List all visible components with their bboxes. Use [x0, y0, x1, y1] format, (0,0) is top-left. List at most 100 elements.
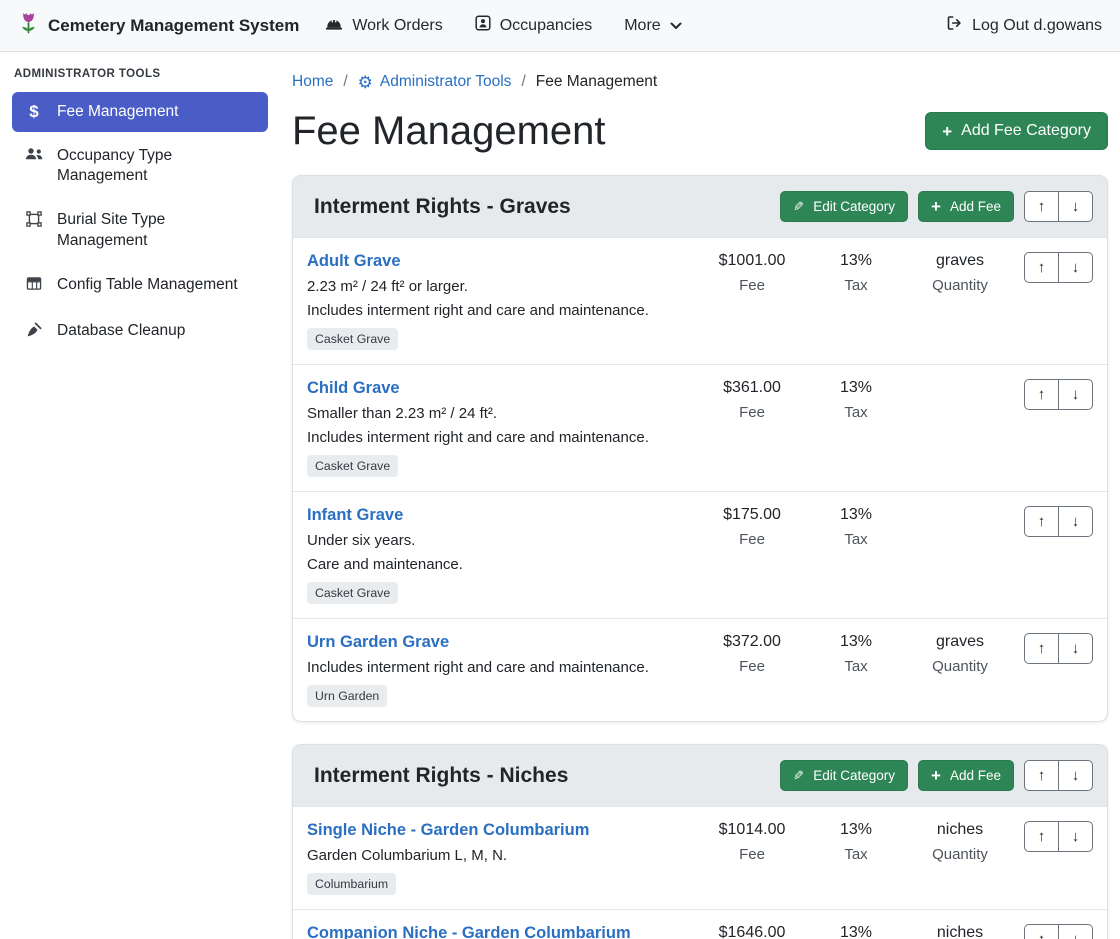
- fee-tax-label: Tax: [804, 531, 908, 548]
- fee-name-link[interactable]: Urn Garden Grave: [307, 633, 449, 652]
- fee-name-link[interactable]: Infant Grave: [307, 506, 403, 525]
- sidebar-item-label: Database Cleanup: [57, 321, 185, 341]
- category-card-graves: Interment Rights - Graves ✎ Edit Categor…: [292, 175, 1108, 722]
- sidebar-item-config-table[interactable]: Config Table Management: [12, 265, 268, 307]
- move-down-button[interactable]: ↓: [1058, 506, 1093, 537]
- sidebar-item-label: Occupancy Type Management: [57, 146, 256, 186]
- fee-quantity: niches: [908, 924, 1012, 939]
- fee-name-link[interactable]: Single Niche - Garden Columbarium: [307, 821, 589, 840]
- fee-description: Garden Columbarium L, M, N.: [307, 847, 690, 864]
- fee-quantity: graves: [908, 633, 1012, 651]
- nav-more-label: More: [624, 17, 660, 35]
- fee-description: Includes interment right and care and ma…: [307, 302, 690, 319]
- move-down-button[interactable]: ↓: [1058, 379, 1093, 410]
- fee-tax: 13%: [804, 821, 908, 839]
- sidebar-item-label: Fee Management: [57, 102, 179, 122]
- fee-type-badge: Casket Grave: [307, 328, 398, 350]
- nav-work-orders[interactable]: Work Orders: [325, 16, 442, 36]
- sidebar-item-occupancy-type[interactable]: Occupancy Type Management: [12, 136, 268, 196]
- sidebar-item-burial-site-type[interactable]: Burial Site Type Management: [12, 200, 268, 260]
- plus-icon: +: [942, 123, 952, 140]
- add-fee-category-label: Add Fee Category: [961, 122, 1091, 140]
- add-fee-button[interactable]: + Add Fee: [918, 191, 1014, 222]
- nav-links: Work Orders Occupancies More: [325, 15, 681, 36]
- fee-description: Includes interment right and care and ma…: [307, 429, 690, 446]
- edit-category-label: Edit Category: [813, 768, 895, 783]
- fee-tax-label: Tax: [804, 658, 908, 675]
- fee-reorder-group: ↑ ↓: [1024, 924, 1093, 939]
- fee-quantity: graves: [908, 252, 1012, 270]
- move-up-button[interactable]: ↑: [1024, 821, 1059, 852]
- fee-description: Smaller than 2.23 m² / 24 ft².: [307, 405, 690, 422]
- edit-category-button[interactable]: ✎ Edit Category: [780, 760, 908, 791]
- fee-reorder-group: ↑ ↓: [1024, 633, 1093, 664]
- fee-amount-col: $372.00 Fee: [700, 633, 804, 675]
- fee-amount-col: $1014.00 Fee: [700, 821, 804, 863]
- nav-occupancies-label: Occupancies: [500, 17, 593, 35]
- users-icon: [24, 147, 44, 167]
- sidebar: ADMINISTRATOR TOOLS $ Fee Management Occ…: [0, 52, 280, 939]
- sidebar-item-label: Burial Site Type Management: [57, 210, 256, 250]
- fee-amount: $1014.00: [700, 821, 804, 839]
- table-icon: [24, 276, 44, 297]
- move-up-button[interactable]: ↑: [1024, 379, 1059, 410]
- breadcrumb-home[interactable]: Home: [292, 73, 333, 91]
- fee-quantity-col: graves Quantity: [908, 633, 1012, 675]
- nav-more[interactable]: More: [624, 17, 681, 35]
- sidebar-item-database-cleanup[interactable]: Database Cleanup: [12, 311, 268, 354]
- fee-quantity-col: niches Quantity: [908, 924, 1012, 939]
- gear-icon: ⚙: [358, 74, 373, 91]
- breadcrumb-separator: /: [343, 73, 347, 91]
- move-up-button[interactable]: ↑: [1024, 252, 1059, 283]
- move-down-button[interactable]: ↓: [1058, 191, 1093, 222]
- category-header: Interment Rights - Niches ✎ Edit Categor…: [293, 745, 1107, 806]
- breadcrumb: Home / ⚙ Administrator Tools / Fee Manag…: [292, 73, 1108, 91]
- fee-tax-label: Tax: [804, 277, 908, 294]
- breadcrumb-admin-tools[interactable]: ⚙ Administrator Tools: [358, 73, 512, 91]
- move-up-button[interactable]: ↑: [1024, 191, 1059, 222]
- move-up-button[interactable]: ↑: [1024, 506, 1059, 537]
- pencil-icon: ✎: [793, 769, 804, 782]
- add-fee-button[interactable]: + Add Fee: [918, 760, 1014, 791]
- fee-amount-label: Fee: [700, 846, 804, 863]
- fee-tax-col: 13% Tax: [804, 252, 908, 294]
- move-down-button[interactable]: ↓: [1058, 924, 1093, 939]
- chevron-down-icon: [670, 17, 682, 35]
- fee-name-link[interactable]: Child Grave: [307, 379, 400, 398]
- move-down-button[interactable]: ↓: [1058, 760, 1093, 791]
- fee-type-badge: Urn Garden: [307, 685, 387, 707]
- add-fee-label: Add Fee: [950, 768, 1001, 783]
- add-fee-category-button[interactable]: + Add Fee Category: [925, 112, 1108, 150]
- move-down-button[interactable]: ↓: [1058, 252, 1093, 283]
- tulip-logo-icon: [18, 10, 39, 41]
- nav-occupancies[interactable]: Occupancies: [475, 15, 593, 36]
- move-up-button[interactable]: ↑: [1024, 924, 1059, 939]
- fee-amount-label: Fee: [700, 404, 804, 421]
- fee-name-link[interactable]: Companion Niche - Garden Columbarium: [307, 924, 631, 939]
- app-brand[interactable]: Cemetery Management System: [18, 10, 299, 41]
- fee-quantity: niches: [908, 821, 1012, 839]
- logout-label: Log Out d.gowans: [972, 17, 1102, 35]
- fee-reorder-group: ↑ ↓: [1024, 379, 1093, 410]
- sidebar-item-fee-management[interactable]: $ Fee Management: [12, 92, 268, 132]
- pencil-icon: ✎: [793, 200, 804, 213]
- fee-reorder-group: ↑ ↓: [1024, 252, 1093, 283]
- vector-square-icon: [24, 211, 44, 233]
- fee-tax-col: 13% Tax: [804, 633, 908, 675]
- fee-amount: $175.00: [700, 506, 804, 524]
- fee-amount: $1646.00: [700, 924, 804, 939]
- fee-tax-label: Tax: [804, 846, 908, 863]
- fee-name-link[interactable]: Adult Grave: [307, 252, 401, 271]
- edit-category-label: Edit Category: [813, 199, 895, 214]
- page-title: Fee Management: [292, 107, 606, 155]
- edit-category-button[interactable]: ✎ Edit Category: [780, 191, 908, 222]
- breadcrumb-current: Fee Management: [536, 73, 658, 91]
- move-up-button[interactable]: ↑: [1024, 633, 1059, 664]
- fee-description: Includes interment right and care and ma…: [307, 659, 690, 676]
- person-frame-icon: [475, 15, 491, 36]
- move-down-button[interactable]: ↓: [1058, 821, 1093, 852]
- fee-tax-col: 13% Tax: [804, 379, 908, 421]
- logout-link[interactable]: Log Out d.gowans: [946, 15, 1102, 36]
- move-down-button[interactable]: ↓: [1058, 633, 1093, 664]
- move-up-button[interactable]: ↑: [1024, 760, 1059, 791]
